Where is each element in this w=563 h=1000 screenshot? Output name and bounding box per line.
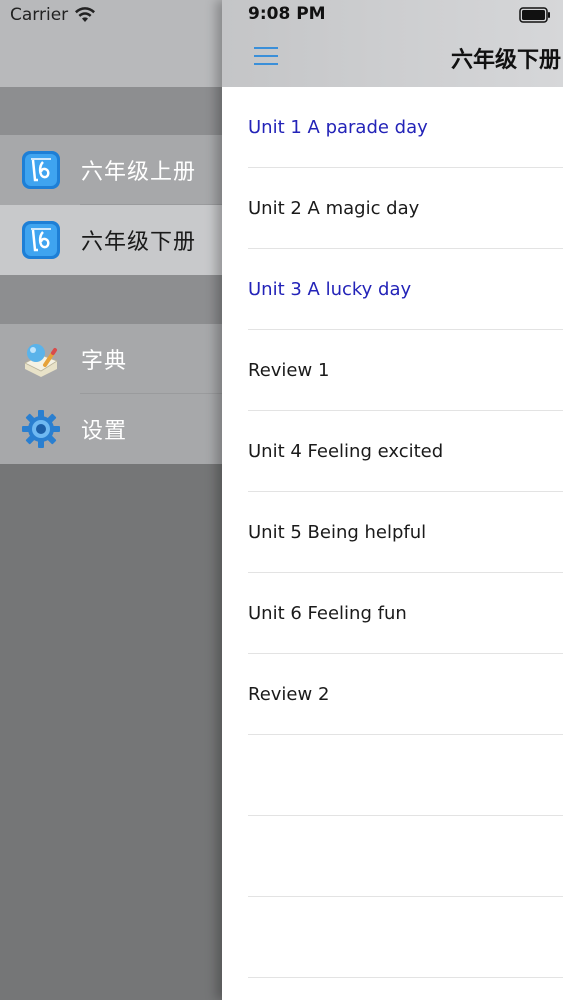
sidebar-item-settings[interactable]: 设置 xyxy=(0,394,222,464)
main-panel: 9:08 PM 六年级下册 Unit 1 A parade day Unit 2… xyxy=(222,0,563,1000)
dictionary-icon xyxy=(21,339,61,379)
drawer-group-textbooks: 六年级上册 六年级下册 xyxy=(0,135,222,275)
sidebar-item-grade6-vol1[interactable]: 六年级上册 xyxy=(0,135,222,205)
unit-title: Review 1 xyxy=(248,360,330,381)
unit-title: Unit 3 A lucky day xyxy=(248,279,412,300)
list-item[interactable]: Unit 2 A magic day xyxy=(222,168,563,249)
wifi-icon xyxy=(74,7,96,23)
hamburger-menu-icon[interactable] xyxy=(254,45,278,67)
empty-list-row xyxy=(222,897,563,978)
empty-list-row xyxy=(222,735,563,816)
sidebar-item-label: 设置 xyxy=(81,419,128,444)
divider xyxy=(248,977,563,978)
drawer-section-spacer xyxy=(0,275,222,324)
empty-list-row xyxy=(222,816,563,897)
list-item[interactable]: Review 2 xyxy=(222,654,563,735)
status-time: 9:08 PM xyxy=(248,4,326,24)
book-app-icon xyxy=(21,150,61,190)
sidebar-item-grade6-vol2[interactable]: 六年级下册 xyxy=(0,205,222,275)
sidebar-item-label: 字典 xyxy=(81,349,128,374)
sidebar-item-label: 六年级下册 xyxy=(81,230,197,255)
book-app-icon xyxy=(21,220,61,260)
list-item[interactable]: Unit 3 A lucky day xyxy=(222,249,563,330)
list-item[interactable]: Unit 4 Feeling excited xyxy=(222,411,563,492)
page-title: 六年级下册 xyxy=(450,48,561,73)
list-item[interactable]: Unit 5 Being helpful xyxy=(222,492,563,573)
carrier-status: Carrier xyxy=(10,4,96,26)
gear-icon xyxy=(21,409,61,449)
carrier-label: Carrier xyxy=(10,5,69,25)
unit-title: Unit 6 Feeling fun xyxy=(248,603,407,624)
side-drawer: Carrier 六年级上册 六年级下册 字典 设置 xyxy=(0,0,222,1000)
unit-list: Unit 1 A parade day Unit 2 A magic day U… xyxy=(222,87,563,978)
unit-title: Review 2 xyxy=(248,684,330,705)
list-item[interactable]: Review 1 xyxy=(222,330,563,411)
drawer-status-area: Carrier xyxy=(0,0,222,87)
unit-title: Unit 2 A magic day xyxy=(248,198,420,219)
drawer-section-spacer xyxy=(0,87,222,135)
nav-bar: 9:08 PM 六年级下册 xyxy=(222,0,563,87)
unit-title: Unit 4 Feeling excited xyxy=(248,441,444,462)
unit-title: Unit 1 A parade day xyxy=(248,117,428,138)
sidebar-item-label: 六年级上册 xyxy=(81,160,197,185)
drawer-group-tools: 字典 设置 xyxy=(0,324,222,464)
unit-title: Unit 5 Being helpful xyxy=(248,522,427,543)
list-item[interactable]: Unit 6 Feeling fun xyxy=(222,573,563,654)
sidebar-item-dictionary[interactable]: 字典 xyxy=(0,324,222,394)
list-item[interactable]: Unit 1 A parade day xyxy=(222,87,563,168)
battery-icon xyxy=(519,7,551,27)
